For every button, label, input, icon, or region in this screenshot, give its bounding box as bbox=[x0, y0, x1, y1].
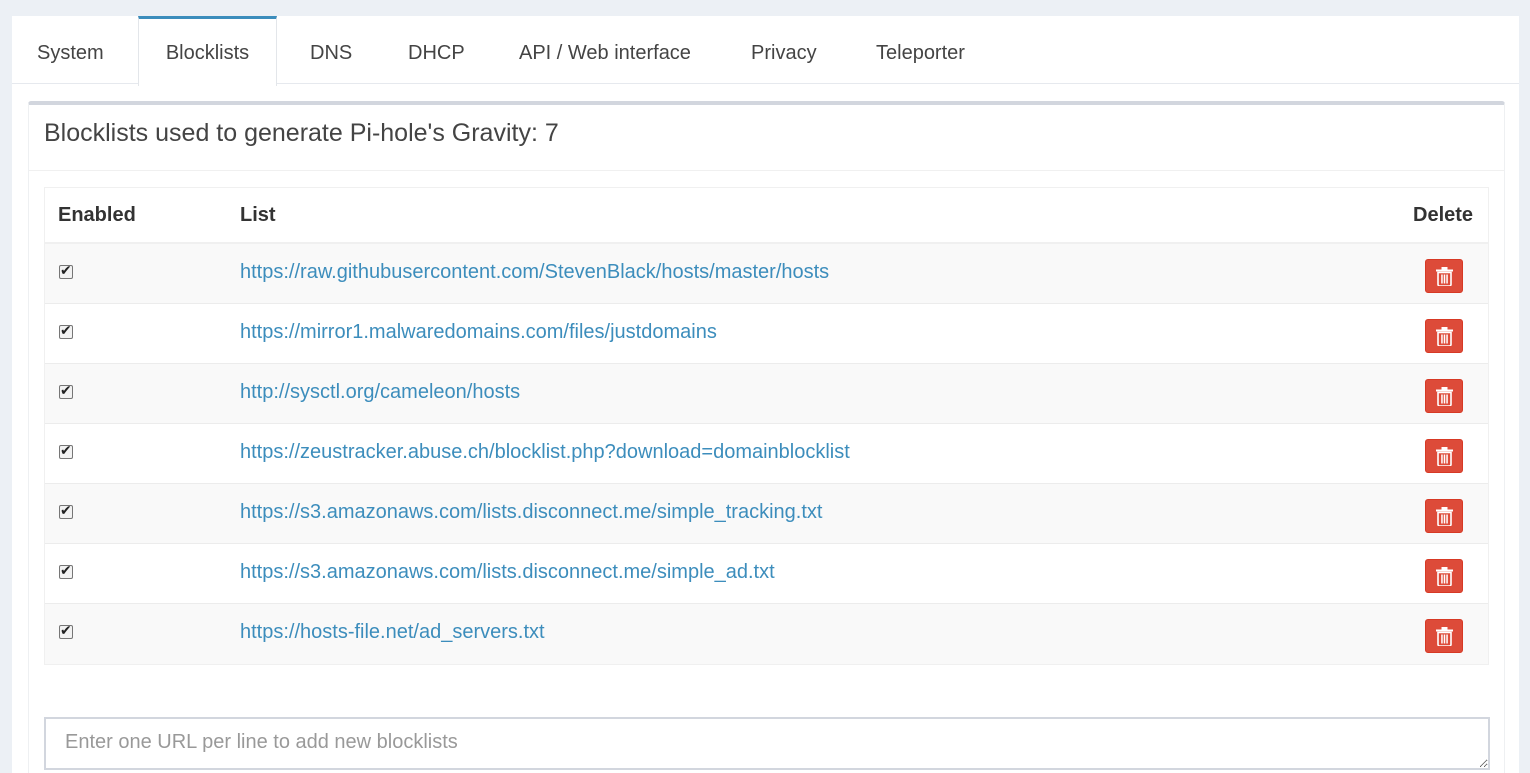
header-enabled: Enabled bbox=[58, 204, 136, 226]
enabled-checkbox[interactable]: ✔ bbox=[59, 503, 73, 519]
tab-privacy[interactable]: Privacy bbox=[751, 16, 817, 84]
blocklist-url-link[interactable]: https://mirror1.malwaredomains.com/files… bbox=[240, 304, 717, 363]
new-blocklists-input[interactable] bbox=[44, 717, 1490, 770]
check-icon: ✔ bbox=[60, 563, 72, 579]
check-icon: ✔ bbox=[60, 323, 72, 339]
trash-icon bbox=[1436, 507, 1453, 526]
tab-system[interactable]: System bbox=[37, 16, 104, 84]
enabled-checkbox[interactable]: ✔ bbox=[59, 383, 73, 399]
table-row: ✔ http://sysctl.org/cameleon/hosts bbox=[45, 364, 1488, 424]
delete-button[interactable] bbox=[1425, 619, 1463, 653]
tab-bar: System Blocklists DNS DHCP API / Web int… bbox=[12, 16, 1519, 86]
blocklist-url-link[interactable]: https://s3.amazonaws.com/lists.disconnec… bbox=[240, 484, 822, 543]
trash-icon bbox=[1436, 627, 1453, 646]
check-icon: ✔ bbox=[60, 443, 72, 459]
blocklist-url-link[interactable]: https://s3.amazonaws.com/lists.disconnec… bbox=[240, 544, 775, 603]
check-icon: ✔ bbox=[60, 263, 72, 279]
panel-header: Blocklists used to generate Pi-hole's Gr… bbox=[29, 105, 1504, 171]
enabled-checkbox[interactable]: ✔ bbox=[59, 443, 73, 459]
delete-button[interactable] bbox=[1425, 439, 1463, 473]
delete-button[interactable] bbox=[1425, 559, 1463, 593]
trash-icon bbox=[1436, 267, 1453, 286]
trash-icon bbox=[1436, 447, 1453, 466]
blocklist-url-link[interactable]: https://zeustracker.abuse.ch/blocklist.p… bbox=[240, 424, 850, 483]
header-delete: Delete bbox=[1413, 204, 1474, 226]
tab-dhcp[interactable]: DHCP bbox=[408, 16, 465, 84]
header-list: List bbox=[240, 204, 276, 226]
blocklists-panel: Blocklists used to generate Pi-hole's Gr… bbox=[28, 101, 1505, 773]
tab-dns[interactable]: DNS bbox=[310, 16, 352, 84]
trash-icon bbox=[1436, 327, 1453, 346]
table-row: ✔ https://mirror1.malwaredomains.com/fil… bbox=[45, 304, 1488, 364]
delete-button[interactable] bbox=[1425, 319, 1463, 353]
trash-icon bbox=[1436, 567, 1453, 586]
table-row: ✔ https://s3.amazonaws.com/lists.disconn… bbox=[45, 484, 1488, 544]
tab-teleporter[interactable]: Teleporter bbox=[876, 16, 965, 84]
table-row: ✔ https://raw.githubusercontent.com/Stev… bbox=[45, 244, 1488, 304]
check-icon: ✔ bbox=[60, 503, 72, 519]
tab-blocklists[interactable]: Blocklists bbox=[138, 16, 277, 86]
check-icon: ✔ bbox=[60, 623, 72, 639]
delete-button[interactable] bbox=[1425, 499, 1463, 533]
table-row: ✔ https://hosts-file.net/ad_servers.txt bbox=[45, 604, 1488, 664]
settings-tabs-container: System Blocklists DNS DHCP API / Web int… bbox=[12, 16, 1519, 773]
panel-title: Blocklists used to generate Pi-hole's Gr… bbox=[44, 119, 559, 147]
blocklist-url-link[interactable]: https://raw.githubusercontent.com/Steven… bbox=[240, 244, 829, 303]
enabled-checkbox[interactable]: ✔ bbox=[59, 563, 73, 579]
enabled-checkbox[interactable]: ✔ bbox=[59, 263, 73, 279]
table-header-row: Enabled List Delete bbox=[45, 188, 1488, 244]
check-icon: ✔ bbox=[60, 383, 72, 399]
table-row: ✔ https://zeustracker.abuse.ch/blocklist… bbox=[45, 424, 1488, 484]
delete-button[interactable] bbox=[1425, 379, 1463, 413]
tab-api-web-interface[interactable]: API / Web interface bbox=[519, 16, 691, 84]
enabled-checkbox[interactable]: ✔ bbox=[59, 323, 73, 339]
blocklist-url-link[interactable]: https://hosts-file.net/ad_servers.txt bbox=[240, 604, 545, 663]
delete-button[interactable] bbox=[1425, 259, 1463, 293]
trash-icon bbox=[1436, 387, 1453, 406]
blocklist-url-link[interactable]: http://sysctl.org/cameleon/hosts bbox=[240, 364, 520, 423]
table-row: ✔ https://s3.amazonaws.com/lists.disconn… bbox=[45, 544, 1488, 604]
enabled-checkbox[interactable]: ✔ bbox=[59, 623, 73, 639]
blocklists-table: Enabled List Delete ✔ https://raw.github… bbox=[44, 187, 1489, 665]
